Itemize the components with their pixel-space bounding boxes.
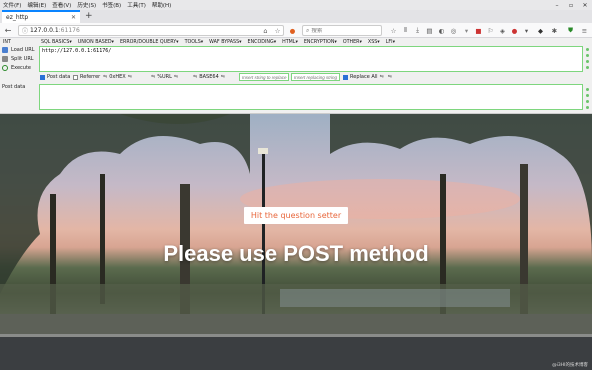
extension-stop-icon[interactable]: ● [510, 26, 519, 35]
menu-history[interactable]: 历史(S) [74, 1, 99, 9]
tab-title: ez_http [6, 14, 29, 21]
hex-arrows-right-icon[interactable]: ⇋ [128, 74, 132, 80]
extension-red-icon[interactable]: ■ [474, 26, 483, 35]
close-icon[interactable]: ✕ [578, 0, 592, 10]
url-textarea[interactable]: http://127.0.0.1:61176/ [39, 46, 583, 72]
url-bar[interactable]: ⓘ 127.0.0.1:61176 [18, 25, 284, 36]
extension-mask-icon[interactable]: ◆ [536, 26, 545, 35]
hex-arrows-icon[interactable]: ⇋ [103, 74, 107, 80]
hex-encode-option[interactable]: ⇋ 0xHEX ⇋ [101, 74, 134, 80]
navigation-bar: ← ⓘ 127.0.0.1:61176 ⌂ ☆ ● ⌕ ☆ ⫴ ⤓ ▤ ◐ ◎ … [0, 23, 592, 38]
bookmark-star-icon[interactable]: ☆ [389, 26, 398, 35]
url-arrows-right-icon[interactable]: ⇋ [174, 74, 178, 80]
menu-edit[interactable]: 编辑(E) [24, 1, 49, 9]
hackbar-tools[interactable]: TOOLS▾ [182, 40, 207, 45]
split-url-button[interactable]: Split URL [2, 56, 38, 62]
tab-ez-http[interactable]: ez_http ✕ [2, 10, 80, 23]
post-data-label: Post data [2, 84, 26, 90]
referrer-check-icon [73, 74, 78, 80]
hackbar-sql-basics[interactable]: SQL BASICS▾ [38, 40, 75, 45]
hackbar-encoding[interactable]: ENCODING▾ [245, 40, 280, 45]
minimize-icon[interactable]: – [550, 0, 564, 10]
url-host: 127.0.0.1:61176 [30, 27, 80, 34]
hackbar-union-based[interactable]: UNION BASED▾ [75, 40, 117, 45]
url-encode-option[interactable]: ⇋ %URL ⇋ [149, 74, 180, 80]
post-resize-handle[interactable] [586, 88, 590, 112]
library-icon[interactable]: ⫴ [401, 26, 410, 35]
post-data-check-icon [40, 74, 45, 80]
load-url-icon [2, 47, 8, 53]
hamburger-menu-icon[interactable]: ≡ [580, 26, 589, 35]
menu-view[interactable]: 查看(V) [49, 1, 74, 9]
search-icon: ⌕ [306, 26, 310, 34]
replace-arrows-right-icon[interactable]: ⇋ [388, 74, 392, 80]
base64-encode-option[interactable]: ⇋ BASE64 ⇋ [191, 74, 227, 80]
replace-arrows-icon[interactable]: ⇋ [380, 74, 384, 80]
replace-all-checkbox[interactable]: Replace All ⇋ ⇋ [343, 74, 394, 80]
menu-file[interactable]: 文件(F) [0, 1, 24, 9]
back-icon[interactable]: ← [3, 25, 13, 35]
base64-arrows-right-icon[interactable]: ⇋ [221, 74, 225, 80]
hackbar-menu: INT SQL BASICS▾ UNION BASED▾ ERROR/DOUBL… [0, 38, 592, 46]
menu-bar: 文件(F) 编辑(E) 查看(V) 历史(S) 书签(B) 工具(T) 帮助(H… [0, 0, 592, 10]
tab-close-icon[interactable]: ✕ [71, 14, 76, 21]
hackbar-other[interactable]: OTHER▾ [340, 40, 365, 45]
page-content: Hit the question setter Please use POST … [0, 114, 592, 370]
info-icon[interactable]: ⓘ [22, 26, 28, 35]
shield-icon[interactable]: ⛊ [566, 26, 575, 35]
replacing-string-input[interactable] [291, 73, 340, 81]
hackbar-panel: INT SQL BASICS▾ UNION BASED▾ ERROR/DOUBL… [0, 38, 592, 114]
extension-icon[interactable]: ▾ [462, 26, 471, 35]
hackbar-options: Post data Referrer ⇋ 0xHEX ⇋ ⇋ %URL ⇋ ⇋ … [39, 73, 592, 82]
replace-all-check-icon [343, 74, 348, 80]
split-url-icon [2, 56, 8, 62]
hackbar-int[interactable]: INT [0, 40, 14, 45]
new-tab-icon[interactable]: + [85, 11, 93, 21]
base64-arrows-icon[interactable]: ⇋ [193, 74, 197, 80]
window-controls: – ▫ ✕ [550, 0, 592, 10]
load-url-button[interactable]: Load URL [2, 47, 38, 53]
post-data-textarea[interactable] [39, 84, 583, 110]
tab-bar: ez_http ✕ + [0, 10, 592, 23]
hit-question-setter-button[interactable]: Hit the question setter [244, 207, 348, 224]
hackbar-error-double-query[interactable]: ERROR/DOUBLE QUERY▾ [117, 40, 182, 45]
screenshot-icon[interactable]: ◐ [437, 26, 446, 35]
execute-icon [2, 65, 8, 71]
extension-arrow-icon[interactable]: ▾ [522, 26, 531, 35]
hackbar-xss[interactable]: XSS▾ [365, 40, 383, 45]
post-data-checkbox[interactable]: Post data [40, 74, 70, 80]
download-icon[interactable]: ⤓ [413, 26, 422, 35]
resize-handle[interactable] [586, 48, 590, 72]
star-icon[interactable]: ☆ [273, 26, 282, 35]
page-headline: Please use POST method [163, 241, 429, 266]
hackbar-lfi[interactable]: LFI▾ [383, 40, 398, 45]
extension-lang-icon[interactable]: ⚐ [486, 26, 495, 35]
referrer-checkbox[interactable]: Referrer [73, 74, 100, 80]
search-input[interactable] [311, 27, 372, 34]
extension-bug-icon[interactable]: ✱ [550, 26, 559, 35]
execute-button[interactable]: Execute [2, 65, 38, 71]
firefox-icon[interactable]: ● [288, 26, 297, 35]
menu-tools[interactable]: 工具(T) [124, 1, 149, 9]
hackbar-encryption[interactable]: ENCRYPTION▾ [301, 40, 340, 45]
sidebar-icon[interactable]: ▤ [425, 26, 434, 35]
maximize-icon[interactable]: ▫ [564, 0, 578, 10]
home-icon[interactable]: ⌂ [261, 26, 270, 35]
extension-puzzle-icon[interactable]: ◈ [498, 26, 507, 35]
search-bar[interactable]: ⌕ [302, 25, 382, 36]
menu-help[interactable]: 帮助(H) [149, 1, 174, 9]
hackbar-waf-bypass[interactable]: WAF BYPASS▾ [206, 40, 244, 45]
watermark: @i3HI的技术博客 [552, 363, 588, 368]
replace-string-input[interactable] [239, 73, 289, 81]
menu-bookmarks[interactable]: 书签(B) [99, 1, 124, 9]
account-icon[interactable]: ◎ [449, 26, 458, 35]
hackbar-html[interactable]: HTML▾ [279, 40, 301, 45]
url-arrows-icon[interactable]: ⇋ [151, 74, 155, 80]
